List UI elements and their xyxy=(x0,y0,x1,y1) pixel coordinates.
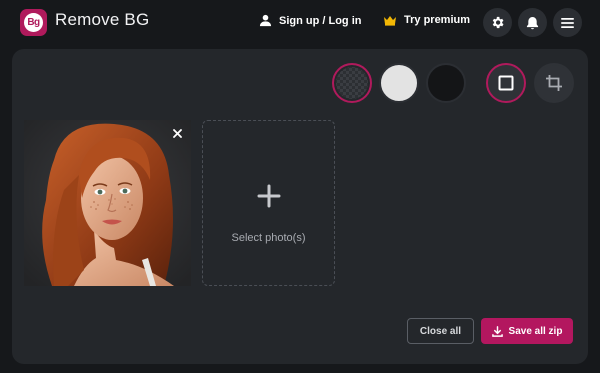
select-photo-label: Select photo(s) xyxy=(231,232,306,244)
white-background-swatch[interactable] xyxy=(379,63,419,103)
signup-login-link[interactable]: Sign up / Log in xyxy=(259,14,361,27)
try-premium-link[interactable]: Try premium xyxy=(383,14,470,26)
transparent-background-swatch[interactable] xyxy=(332,63,372,103)
signup-login-label: Sign up / Log in xyxy=(279,14,362,27)
notifications-button[interactable] xyxy=(518,8,547,37)
bell-icon xyxy=(526,16,539,29)
uploaded-photo[interactable] xyxy=(24,120,191,286)
plus-icon xyxy=(257,184,281,208)
settings-button[interactable] xyxy=(483,8,512,37)
gear-icon xyxy=(492,16,504,29)
remove-photo-button[interactable] xyxy=(170,126,184,140)
crown-icon xyxy=(384,15,396,26)
user-icon xyxy=(259,14,272,27)
close-all-button[interactable]: Close all xyxy=(407,318,474,344)
portrait-image xyxy=(24,120,191,286)
logo-mark: Bg xyxy=(24,13,43,32)
menu-button[interactable] xyxy=(553,8,582,37)
original-size-button[interactable] xyxy=(486,63,526,103)
save-all-zip-button[interactable]: Save all zip xyxy=(481,318,573,344)
try-premium-label: Try premium xyxy=(404,14,471,26)
save-all-zip-label: Save all zip xyxy=(508,325,563,337)
square-icon xyxy=(498,75,514,91)
download-icon xyxy=(491,325,503,337)
black-background-swatch[interactable] xyxy=(426,63,466,103)
app-logo[interactable]: Bg xyxy=(20,9,47,36)
menu-icon xyxy=(561,17,574,28)
top-bar: Bg Remove BG Sign up / Log in Try premiu… xyxy=(0,0,600,44)
crop-icon xyxy=(546,75,562,91)
close-icon xyxy=(172,128,182,138)
crop-button[interactable] xyxy=(534,63,574,103)
app-name[interactable]: Remove BG xyxy=(55,10,149,30)
